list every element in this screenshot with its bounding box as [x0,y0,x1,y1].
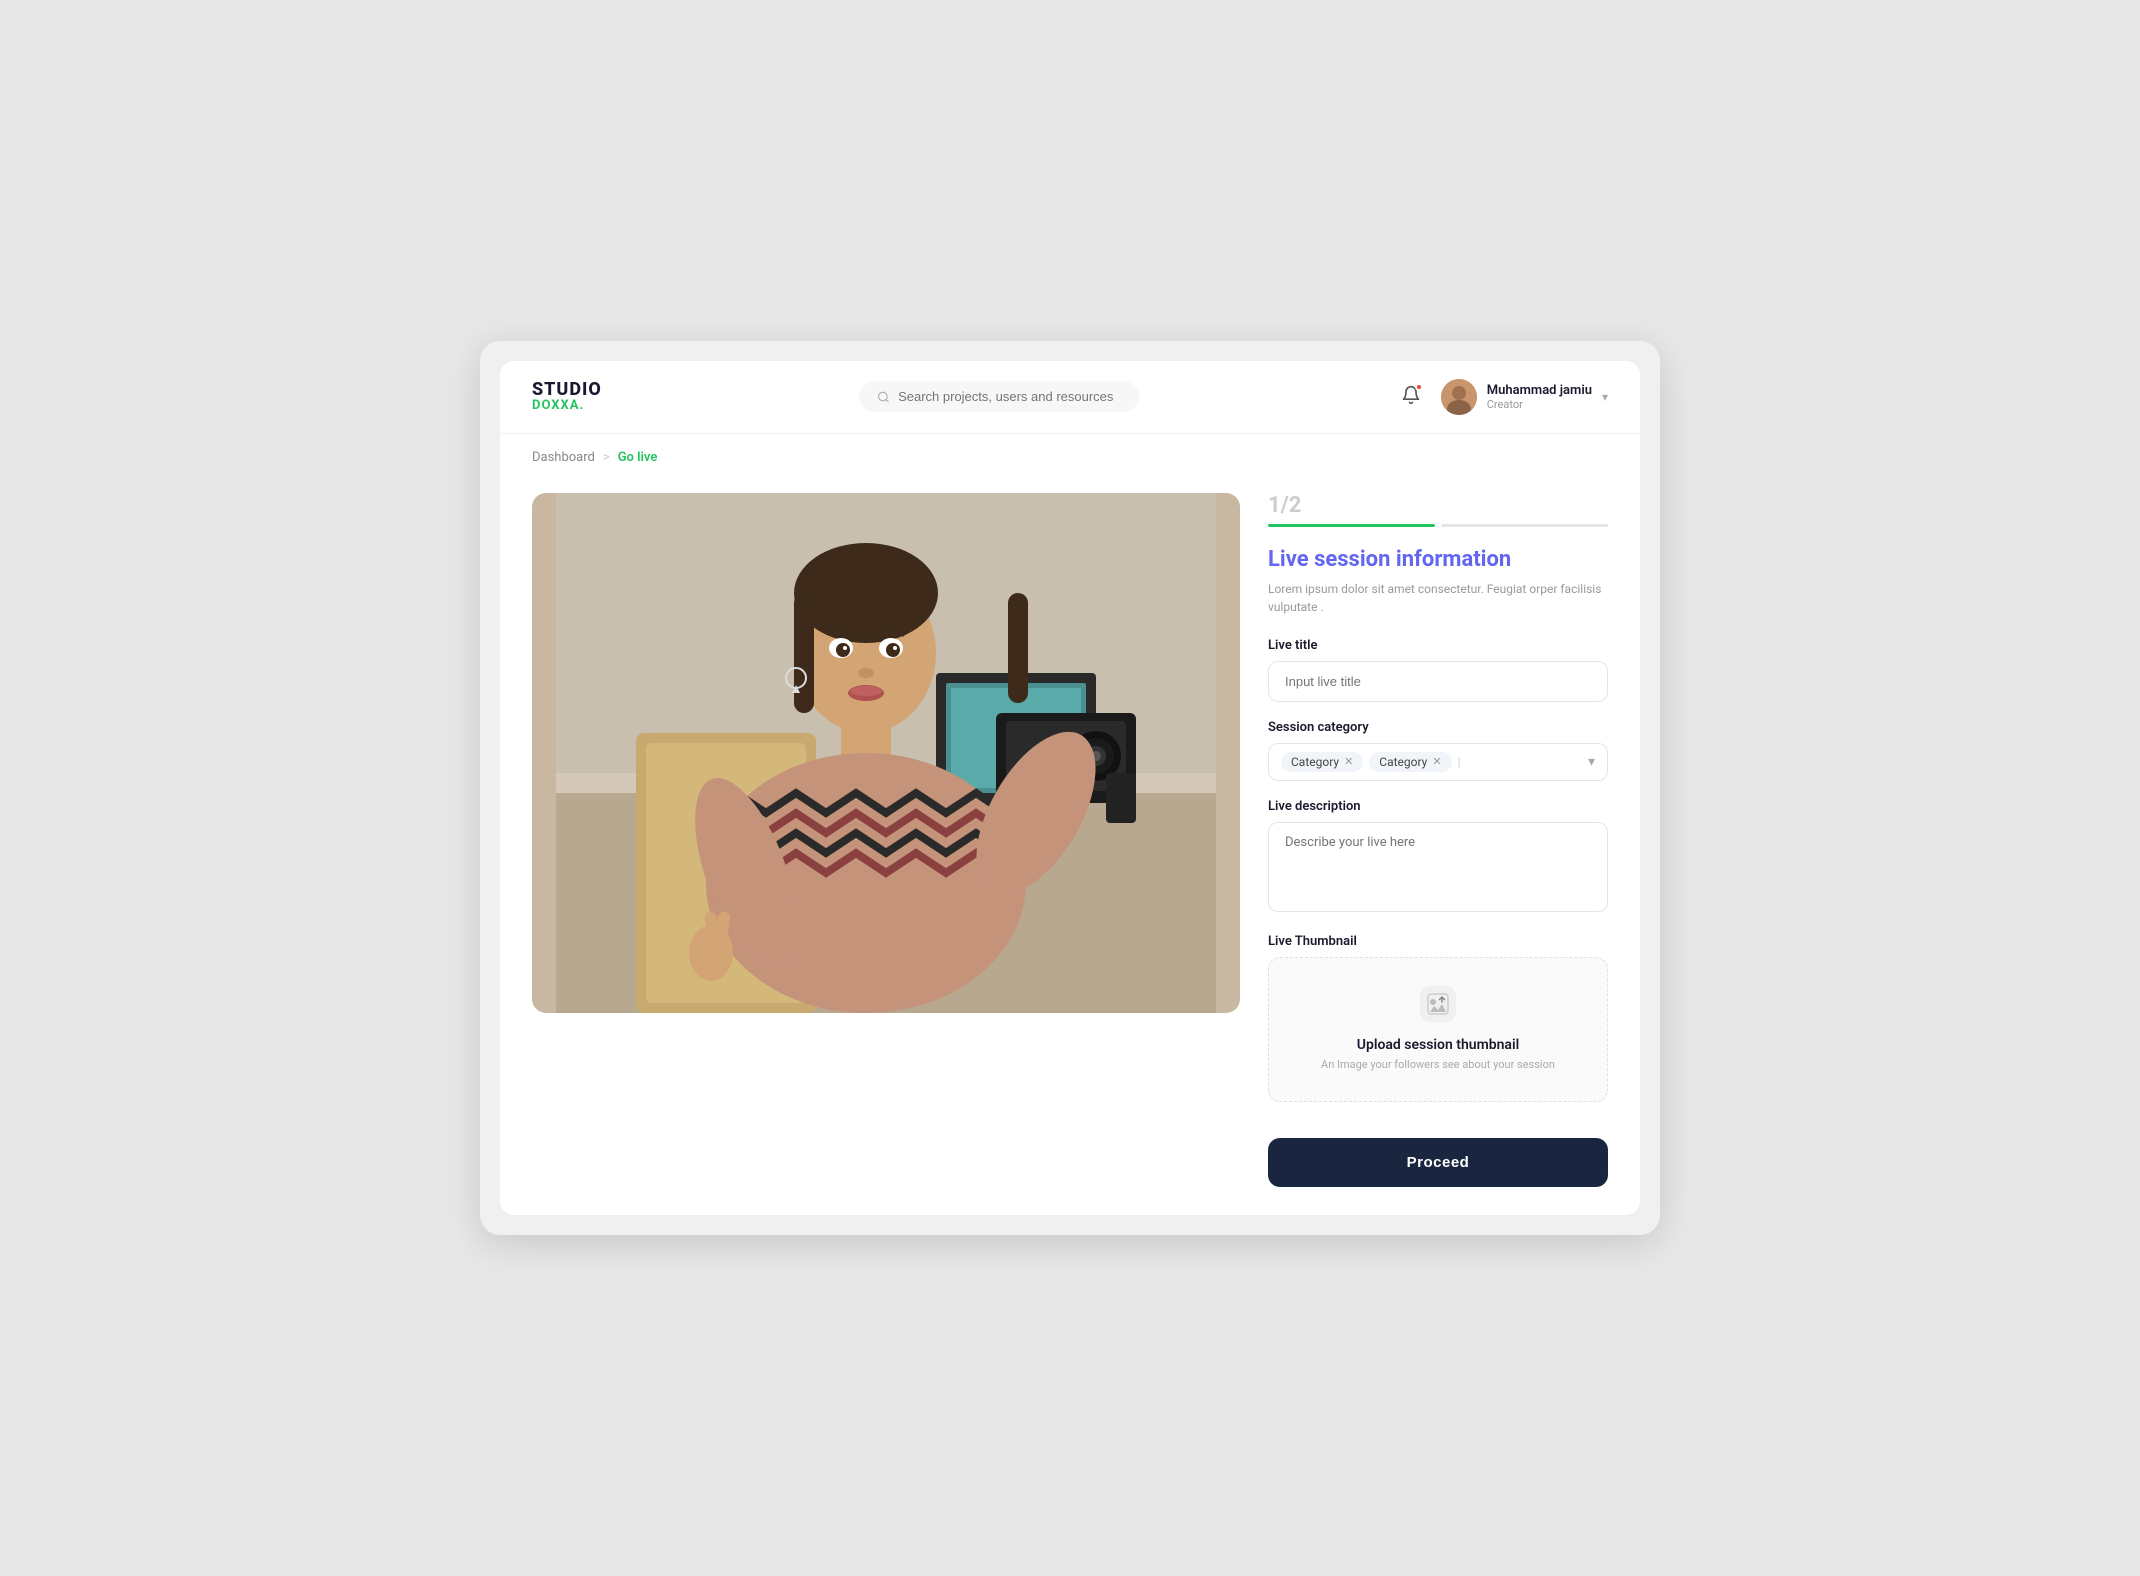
chevron-down-icon: ▾ [1602,390,1608,404]
thumbnail-upload[interactable]: Upload session thumbnail An Image your f… [1268,957,1608,1103]
logo: STUDIO DOXXA. [532,381,602,412]
session-category-group: Session category Category ✕ Category ✕ |… [1268,720,1608,781]
breadcrumb-current: Go live [618,450,658,465]
live-description-group: Live description [1268,799,1608,916]
logo-studio: STUDIO [532,381,602,399]
proceed-button[interactable]: Proceed [1268,1138,1608,1187]
live-thumbnail-label: Live Thumbnail [1268,934,1608,949]
category-remove-2[interactable]: ✕ [1432,755,1441,768]
category-select[interactable]: Category ✕ Category ✕ | ▾ [1268,743,1608,781]
search-icon [877,390,890,404]
category-cursor: | [1458,755,1582,769]
upload-title: Upload session thumbnail [1285,1037,1591,1053]
avatar-image [1441,379,1477,415]
upload-desc: An Image your followers see about your s… [1285,1057,1591,1074]
right-panel: 1/2 Live session information Lorem ipsum… [1268,493,1608,1188]
avatar [1441,379,1477,415]
live-title-group: Live title [1268,638,1608,702]
header-right: Muhammad jamiu Creator ▾ [1397,379,1608,415]
user-role: Creator [1487,398,1592,411]
preview-image [532,493,1240,1013]
notification-dot [1415,383,1423,391]
breadcrumb-area: Dashboard > Go live [500,434,1640,465]
left-panel [532,493,1240,1013]
step-bar-1 [1268,524,1435,527]
section-description: Lorem ipsum dolor sit amet consectetur. … [1268,580,1608,616]
step-progress-bar [1268,524,1608,527]
notification-button[interactable] [1397,381,1425,412]
photo-scene [532,493,1240,1013]
image-upload-icon [1420,986,1456,1022]
dropdown-arrow-icon: ▾ [1588,754,1595,770]
section-title: Live session information [1268,547,1608,572]
main-content: 1/2 Live session information Lorem ipsum… [500,465,1640,1216]
breadcrumb-separator: > [603,450,610,465]
app-window: STUDIO DOXXA. [480,341,1660,1236]
category-tag-1[interactable]: Category ✕ [1281,752,1363,772]
logo-doxxa: DOXXA. [532,399,602,412]
step-bar-2 [1441,524,1608,527]
user-text: Muhammad jamiu Creator [1487,383,1592,411]
live-title-input[interactable] [1268,661,1608,702]
user-name: Muhammad jamiu [1487,383,1592,398]
search-bar[interactable] [859,381,1139,412]
category-tag-2[interactable]: Category ✕ [1369,752,1451,772]
breadcrumb-dashboard[interactable]: Dashboard [532,450,595,465]
header: STUDIO DOXXA. [500,361,1640,434]
session-category-label: Session category [1268,720,1608,735]
inner-window: STUDIO DOXXA. [500,361,1640,1216]
user-info[interactable]: Muhammad jamiu Creator ▾ [1441,379,1608,415]
live-title-label: Live title [1268,638,1608,653]
live-description-input[interactable] [1268,822,1608,912]
upload-icon [1285,986,1591,1029]
category-remove-1[interactable]: ✕ [1344,755,1353,768]
live-description-label: Live description [1268,799,1608,814]
step-indicator: 1/2 [1268,493,1608,518]
live-thumbnail-group: Live Thumbnail Upload session thumbn [1268,934,1608,1103]
search-input[interactable] [898,389,1121,404]
breadcrumb: Dashboard > Go live [532,450,1608,465]
